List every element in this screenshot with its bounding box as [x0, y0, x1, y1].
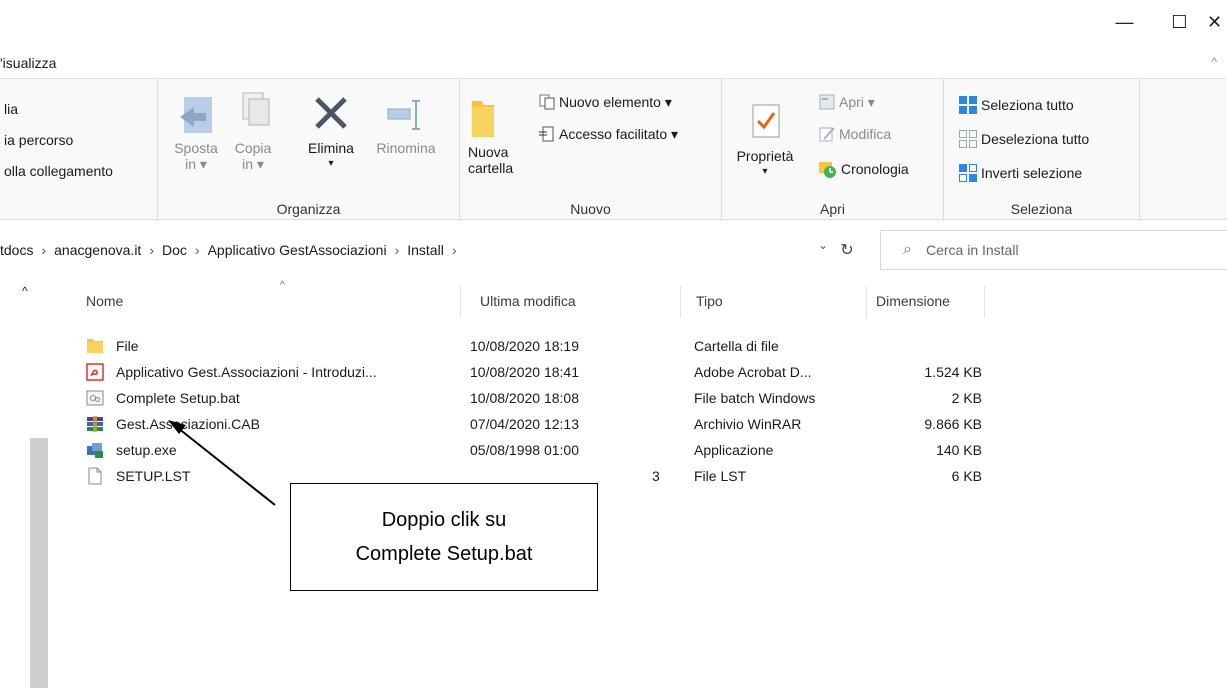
annotation-arrow: [168, 420, 276, 506]
annotation-callout: Doppio clik su Complete Setup.bat: [290, 483, 598, 591]
annotation-line-1: Doppio clik su: [381, 509, 507, 531]
annotation-line-2: Complete Setup.bat: [355, 543, 533, 565]
